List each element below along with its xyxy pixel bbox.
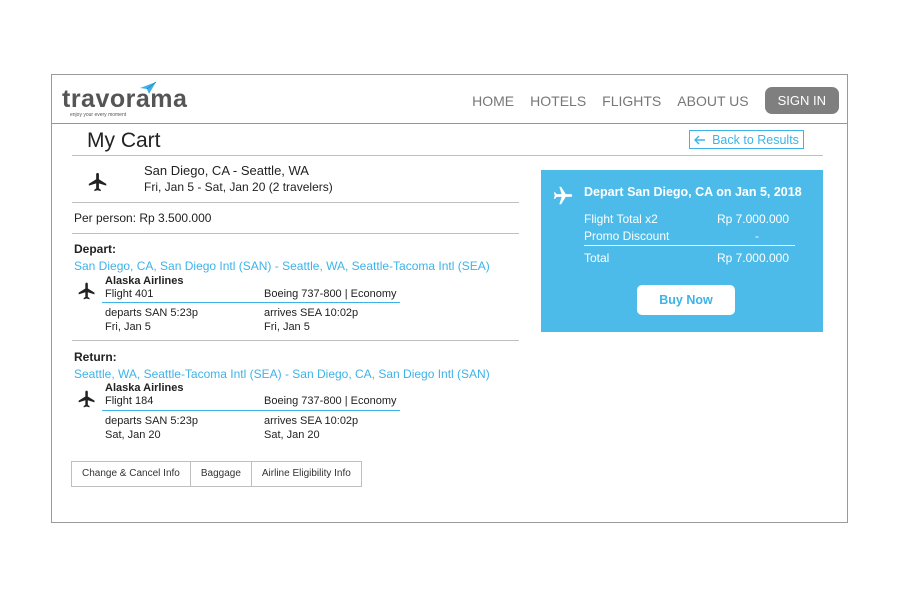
depart-departs-date: Fri, Jan 5: [105, 321, 151, 333]
header-divider: [52, 123, 847, 124]
paper-plane-icon: [140, 81, 157, 94]
total-label: Total: [584, 251, 610, 265]
promo-discount-row: Promo Discount -: [584, 229, 789, 243]
divider: [72, 233, 519, 234]
depart-airline: Alaska Airlines: [105, 275, 184, 287]
return-aircraft: Boeing 737-800 | Economy: [264, 395, 397, 407]
airplane-icon: [553, 186, 573, 205]
total-value: Rp 7.000.000: [716, 251, 789, 265]
airplane-icon: [88, 172, 107, 192]
logo-text: travorama: [62, 85, 188, 113]
nav-flights[interactable]: FLIGHTS: [602, 88, 661, 114]
promo-discount-value: -: [755, 229, 759, 243]
airplane-icon: [78, 282, 95, 300]
flight-divider: [102, 410, 400, 411]
return-airline: Alaska Airlines: [105, 382, 184, 394]
return-flight-number: Flight 184: [105, 395, 154, 407]
price-summary-panel: Depart San Diego, CA on Jan 5, 2018 Flig…: [541, 170, 823, 332]
app-window: travorama enjoy your every moment HOME H…: [51, 74, 848, 523]
return-arrives-date: Sat, Jan 20: [264, 429, 320, 441]
logo-tagline: enjoy your every moment: [70, 112, 127, 118]
info-tabs: Change & Cancel Info Baggage Airline Eli…: [71, 461, 362, 487]
depart-label: Depart:: [74, 242, 117, 256]
depart-aircraft: Boeing 737-800 | Economy: [264, 288, 397, 300]
page-title: My Cart: [87, 129, 161, 152]
nav-hotels[interactable]: HOTELS: [530, 88, 586, 114]
trip-route: San Diego, CA - Seattle, WA: [144, 163, 309, 178]
travorama-logo[interactable]: travorama enjoy your every moment: [62, 81, 192, 119]
return-arrives-time: arrives SEA 10:02p: [264, 415, 359, 427]
arrow-left-icon: [694, 135, 706, 144]
title-divider: [72, 155, 823, 156]
nav-home[interactable]: HOME: [472, 88, 514, 114]
airplane-icon: [78, 390, 95, 408]
return-departs-time: departs SAN 5:23p: [105, 415, 198, 427]
buy-now-button[interactable]: Buy Now: [637, 285, 735, 315]
promo-discount-label: Promo Discount: [584, 229, 670, 243]
flight-divider: [102, 302, 400, 303]
return-label: Return:: [74, 350, 117, 364]
depart-route[interactable]: San Diego, CA, San Diego Intl (SAN) - Se…: [74, 259, 490, 273]
tab-airline-eligibility-info[interactable]: Airline Eligibility Info: [252, 462, 361, 486]
flight-total-label: Flight Total x2: [584, 212, 658, 226]
flight-total-value: Rp 7.000.000: [716, 212, 789, 226]
tab-change-cancel-info[interactable]: Change & Cancel Info: [72, 462, 191, 486]
flight-total-row: Flight Total x2 Rp 7.000.000: [584, 212, 789, 226]
back-to-results-label: Back to Results: [712, 132, 799, 147]
depart-arrives-date: Fri, Jan 5: [264, 321, 310, 333]
divider: [72, 202, 519, 203]
main-nav: HOME HOTELS FLIGHTS ABOUT US SIGN IN: [456, 87, 839, 114]
total-row: Total Rp 7.000.000: [584, 251, 789, 265]
trip-dates: Fri, Jan 5 - Sat, Jan 20 (2 travelers): [144, 180, 333, 194]
return-departs-date: Sat, Jan 20: [105, 429, 161, 441]
nav-about-us[interactable]: ABOUT US: [677, 88, 748, 114]
tab-baggage[interactable]: Baggage: [191, 462, 252, 486]
depart-departs-time: departs SAN 5:23p: [105, 307, 198, 319]
depart-arrives-time: arrives SEA 10:02p: [264, 307, 359, 319]
back-to-results-button[interactable]: Back to Results: [689, 130, 804, 149]
summary-title: Depart San Diego, CA on Jan 5, 2018: [584, 185, 802, 199]
divider: [72, 340, 519, 341]
depart-flight-number: Flight 401: [105, 288, 154, 300]
sign-in-button[interactable]: SIGN IN: [764, 87, 839, 114]
return-route[interactable]: Seattle, WA, Seattle-Tacoma Intl (SEA) -…: [74, 367, 490, 381]
per-person-price: Per person: Rp 3.500.000: [74, 211, 212, 225]
summary-divider: [584, 245, 795, 246]
